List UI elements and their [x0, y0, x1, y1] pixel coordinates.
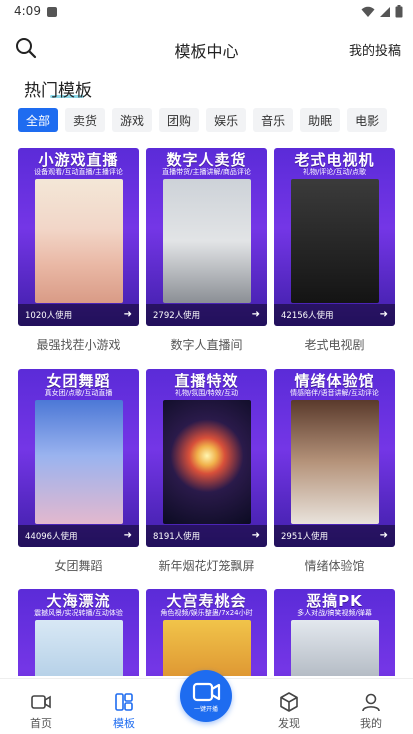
template-card[interactable]: 数字人卖货 直播带货/主播讲解/商品评论 2792人使用 ➜ 数字人直播间: [146, 148, 267, 353]
template-thumbnail[interactable]: 大海漂流 震撼风景/实况转播/互动体验: [18, 589, 139, 676]
arrow-right-icon[interactable]: ➜: [124, 309, 132, 320]
cube-icon: [280, 692, 298, 712]
category-tab-all[interactable]: 全部: [18, 108, 59, 132]
signal-icon: [380, 6, 390, 17]
template-name: 新年烟花灯笼飘屏: [158, 559, 255, 573]
category-tab-games[interactable]: 游戏: [112, 108, 153, 132]
my-posts-link[interactable]: 我的投稿: [349, 40, 401, 59]
template-card[interactable]: 恶搞PK 多人对战/搞笑视频/弹幕: [274, 589, 395, 676]
nav-me-label: 我的: [360, 717, 382, 730]
category-tab-music[interactable]: 音乐: [253, 108, 294, 132]
usage-bar: 8191人使用 ➜: [146, 525, 267, 547]
header: 模板中心 我的投稿: [0, 30, 413, 66]
thumbnail-subtitle: 震撼风景/实况转播/互动体验: [34, 609, 123, 617]
thumbnail-image: [291, 179, 379, 303]
nav-home[interactable]: 首页: [11, 691, 71, 731]
usage-bar: 2951人使用 ➜: [274, 525, 395, 547]
usage-bar: 2792人使用 ➜: [146, 304, 267, 326]
nav-discover-label: 发现: [278, 717, 300, 730]
nav-me[interactable]: 我的: [341, 691, 401, 731]
template-card[interactable]: 大海漂流 震撼风景/实况转播/互动体验: [18, 589, 139, 676]
thumbnail-image: [163, 179, 251, 303]
template-name: 最强找茬小游戏: [36, 338, 121, 352]
usage-count: 42156人使用: [281, 311, 334, 321]
template-card[interactable]: 老式电视机 礼物/评论/互动/点歌 42156人使用 ➜ 老式电视剧: [274, 148, 395, 353]
usage-count: 2951人使用: [281, 532, 329, 542]
template-name: 情绪体验馆: [304, 559, 365, 573]
status-icons: [361, 5, 403, 18]
template-thumbnail[interactable]: 大宫寿桃会 角色视频/娱乐整蛊/7x24小时: [146, 589, 267, 676]
template-card[interactable]: 大宫寿桃会 角色视频/娱乐整蛊/7x24小时: [146, 589, 267, 676]
nav-home-label: 首页: [30, 717, 52, 730]
usage-bar: 1020人使用 ➜: [18, 304, 139, 326]
thumbnail-subtitle: 设备观看/互动直播/主播评论: [34, 168, 123, 176]
template-card[interactable]: 女团舞蹈 真女团/点歌/互动直播 44096人使用 ➜ 女团舞蹈: [18, 369, 139, 574]
notification-icon: [47, 7, 57, 17]
template-name: 老式电视剧: [304, 338, 365, 352]
usage-count: 44096人使用: [25, 532, 78, 542]
template-name: 女团舞蹈: [54, 559, 103, 573]
category-tab-selling[interactable]: 卖货: [65, 108, 106, 132]
nav-templates-label: 模板: [113, 717, 135, 730]
nav-templates[interactable]: 模板: [94, 691, 154, 731]
template-grid: 小游戏直播 设备观看/互动直播/主播评论 1020人使用 ➜ 最强找茬小游戏 数…: [18, 148, 398, 676]
template-thumbnail[interactable]: 情绪体验馆 情感陪伴/语音讲解/互动评论 2951人使用 ➜: [274, 369, 395, 547]
thumbnail-subtitle: 情感陪伴/语音讲解/互动评论: [290, 389, 379, 397]
status-bar: 4:09: [0, 0, 413, 24]
template-card[interactable]: 小游戏直播 设备观看/互动直播/主播评论 1020人使用 ➜ 最强找茬小游戏: [18, 148, 139, 353]
arrow-right-icon[interactable]: ➜: [252, 530, 260, 541]
thumbnail-subtitle: 真女团/点歌/互动直播: [44, 389, 113, 397]
user-icon: [362, 693, 380, 712]
thumbnail-subtitle: 多人对战/搞笑视频/弹幕: [297, 609, 372, 617]
category-tab-entertainment[interactable]: 娱乐: [206, 108, 247, 132]
template-card[interactable]: 情绪体验馆 情感陪伴/语音讲解/互动评论 2951人使用 ➜ 情绪体验馆: [274, 369, 395, 574]
arrow-right-icon[interactable]: ➜: [124, 530, 132, 541]
status-time: 4:09: [14, 4, 41, 18]
thumbnail-image: [163, 620, 251, 676]
section-title: 热门模板: [24, 81, 92, 101]
thumbnail-image: [35, 400, 123, 524]
template-name: 数字人直播间: [170, 338, 243, 352]
arrow-right-icon[interactable]: ➜: [380, 309, 388, 320]
thumbnail-image: [35, 620, 123, 676]
template-thumbnail[interactable]: 直播特效 礼物/氛围/特效/互动 8191人使用 ➜: [146, 369, 267, 547]
usage-count: 1020人使用: [25, 311, 73, 321]
template-thumbnail[interactable]: 小游戏直播 设备观看/互动直播/主播评论 1020人使用 ➜: [18, 148, 139, 326]
thumbnail-image: [35, 179, 123, 303]
category-tab-group-buy[interactable]: 团购: [159, 108, 200, 132]
thumbnail-image: [291, 400, 379, 524]
wifi-icon: [361, 6, 375, 17]
nav-discover[interactable]: 发现: [259, 691, 319, 731]
template-thumbnail[interactable]: 数字人卖货 直播带货/主播讲解/商品评论 2792人使用 ➜: [146, 148, 267, 326]
go-live-label: 一键开播: [193, 706, 218, 713]
arrow-right-icon[interactable]: ➜: [380, 530, 388, 541]
go-live-button[interactable]: 一键开播: [180, 670, 232, 722]
template-thumbnail[interactable]: 老式电视机 礼物/评论/互动/点歌 42156人使用 ➜: [274, 148, 395, 326]
thumbnail-subtitle: 直播带货/主播讲解/商品评论: [162, 168, 251, 176]
template-thumbnail[interactable]: 女团舞蹈 真女团/点歌/互动直播 44096人使用 ➜: [18, 369, 139, 547]
category-tab-movies[interactable]: 电影: [347, 108, 388, 132]
thumbnail-subtitle: 礼物/氛围/特效/互动: [174, 389, 239, 397]
battery-icon: [395, 5, 403, 18]
template-thumbnail[interactable]: 恶搞PK 多人对战/搞笑视频/弹幕: [274, 589, 395, 676]
thumbnail-image: [291, 620, 379, 676]
category-tab-sleep[interactable]: 助眠: [300, 108, 341, 132]
thumbnail-subtitle: 礼物/评论/互动/点歌: [302, 168, 367, 176]
usage-bar: 42156人使用 ➜: [274, 304, 395, 326]
usage-count: 8191人使用: [153, 532, 201, 542]
category-tabs: 全部 卖货 游戏 团购 娱乐 音乐 助眠 电影: [18, 108, 388, 132]
templates-icon: [115, 693, 133, 711]
usage-count: 2792人使用: [153, 311, 201, 321]
video-camera-icon: [31, 695, 51, 709]
thumbnail-image: [163, 400, 251, 524]
usage-bar: 44096人使用 ➜: [18, 525, 139, 547]
template-card[interactable]: 直播特效 礼物/氛围/特效/互动 8191人使用 ➜ 新年烟花灯笼飘屏: [146, 369, 267, 574]
arrow-right-icon[interactable]: ➜: [252, 309, 260, 320]
thumbnail-subtitle: 角色视频/娱乐整蛊/7x24小时: [160, 609, 253, 617]
